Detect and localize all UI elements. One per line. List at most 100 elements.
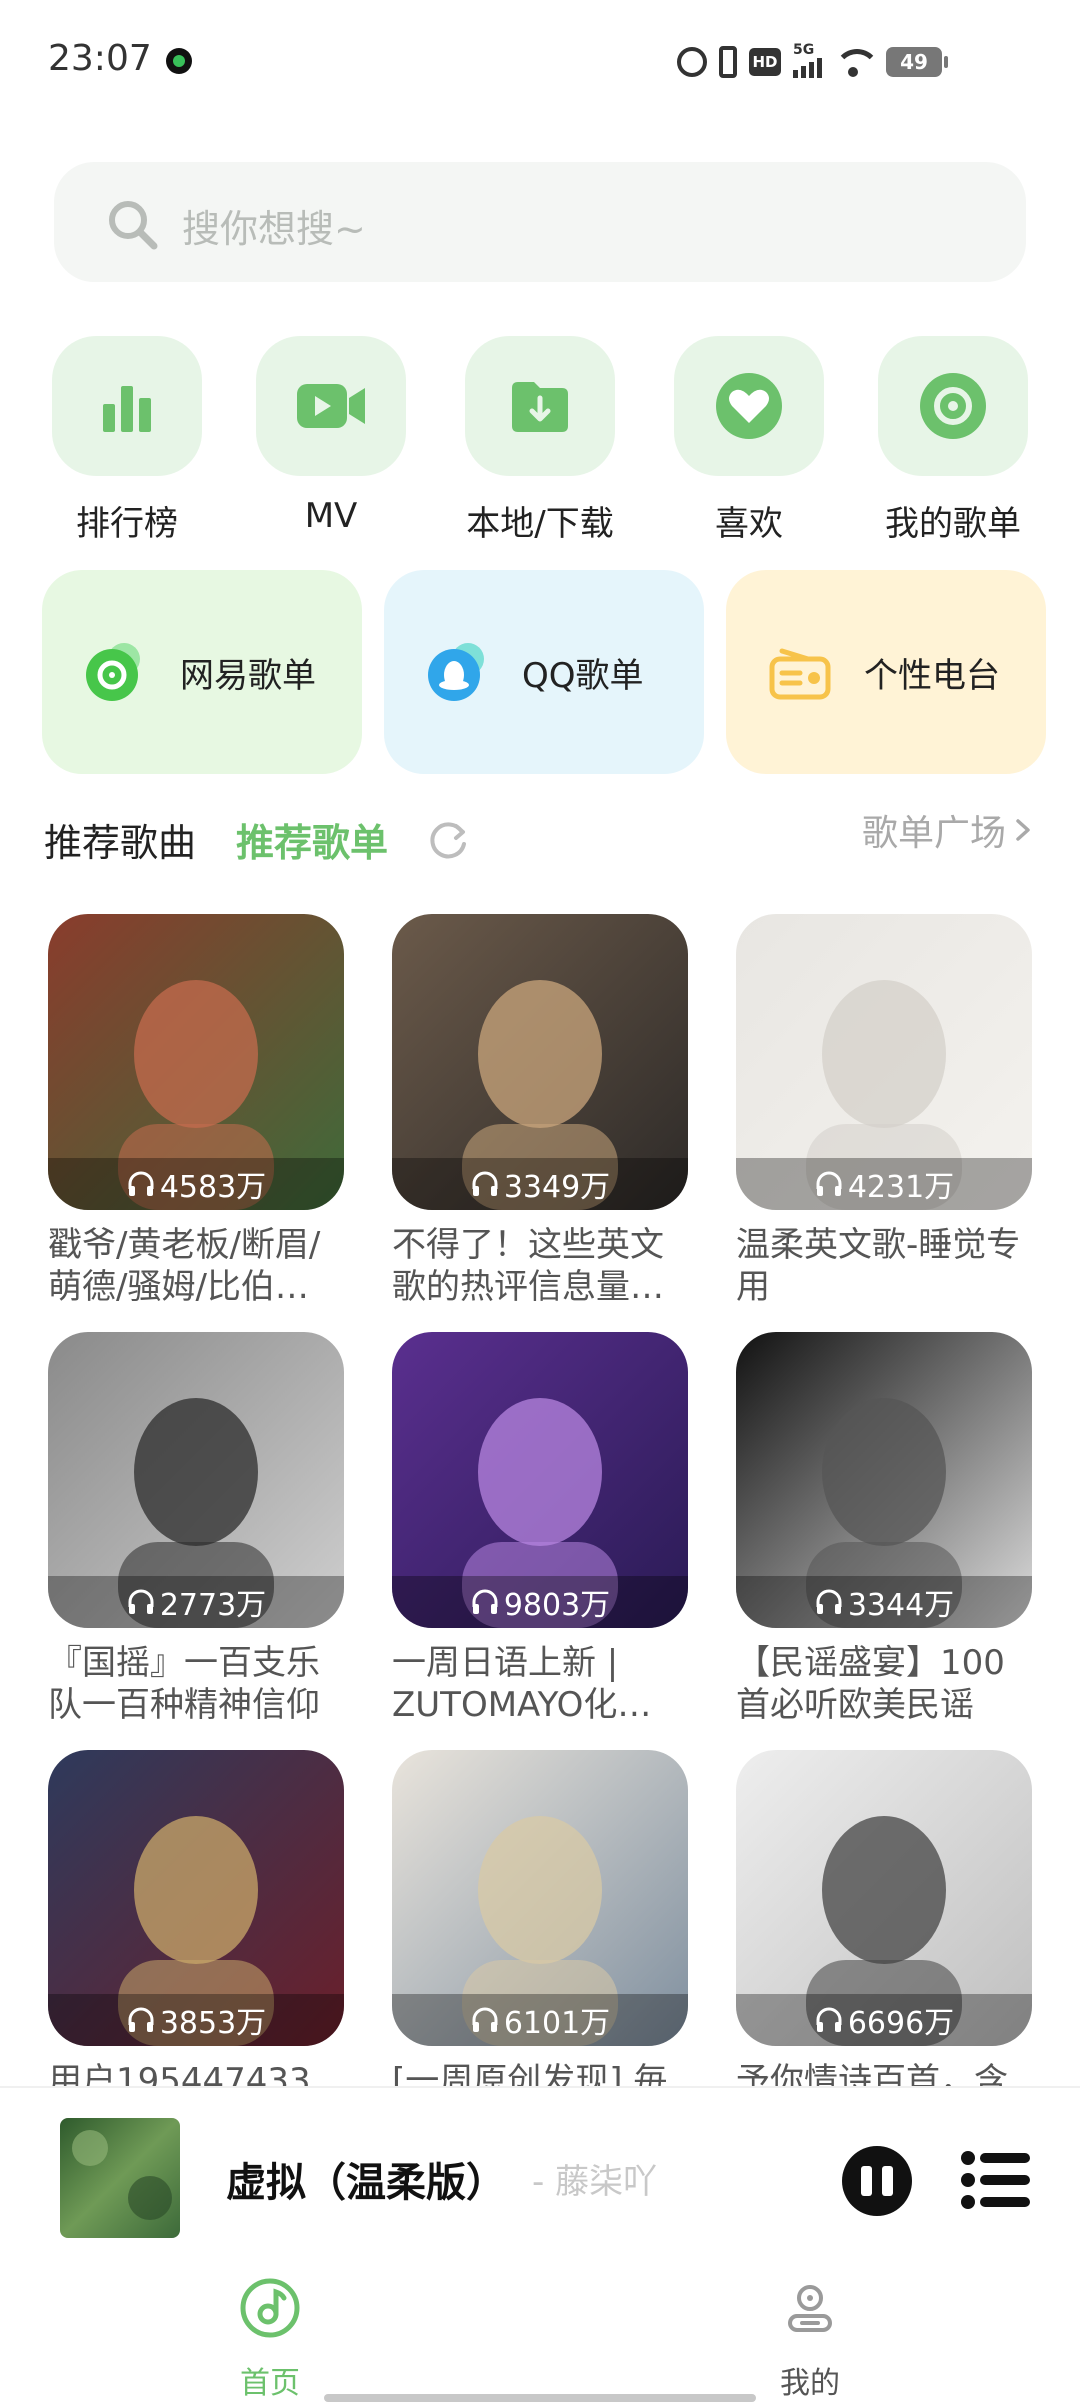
source-card-qq[interactable]: QQ歌单 bbox=[384, 570, 704, 774]
nav-home[interactable]: 首页 bbox=[170, 2276, 370, 2402]
source-card-label: 个性电台 bbox=[864, 655, 1000, 696]
play-count: 3853万 bbox=[159, 2006, 267, 2041]
headphone-icon bbox=[816, 1171, 842, 1196]
quick-entry-label: 本地/下载 bbox=[466, 504, 614, 544]
playlist-title: 【民谣盛宴】100首必听欧美民谣 bbox=[736, 1643, 1005, 1725]
play-count-overlay: 3344万 bbox=[736, 1576, 1032, 1628]
wifi-icon bbox=[834, 47, 874, 77]
bottom-navigation: 首页 我的 bbox=[0, 2276, 1080, 2408]
playlist-cover: 3853万 bbox=[48, 1750, 344, 2046]
play-count-overlay: 2773万 bbox=[48, 1576, 344, 1628]
playlist-queue-icon[interactable] bbox=[960, 2150, 1032, 2210]
headphone-icon bbox=[816, 1589, 842, 1614]
source-card-netease[interactable]: 网易歌单 bbox=[42, 570, 362, 774]
status-bar: 23:07 HD 5G 49 bbox=[0, 0, 1080, 110]
pause-button[interactable] bbox=[842, 2146, 912, 2216]
play-count-overlay: 6696万 bbox=[736, 1994, 1032, 2046]
netease-icon bbox=[86, 643, 140, 701]
headphone-icon bbox=[472, 1589, 498, 1614]
quick-entry-label: MV bbox=[304, 496, 358, 536]
home-music-icon bbox=[240, 2278, 300, 2338]
headphone-icon bbox=[472, 1171, 498, 1196]
status-icons: HD 5G 49 bbox=[677, 42, 948, 82]
quick-entry-label: 排行榜 bbox=[76, 504, 178, 544]
playlist-title: 『国摇』一百支乐队一百种精神信仰 bbox=[48, 1643, 320, 1725]
play-count: 4231万 bbox=[847, 1170, 955, 1205]
quick-entry-label: 喜欢 bbox=[715, 504, 783, 544]
playlist-cover: 6101万 bbox=[392, 1750, 688, 2046]
playlist-plaza-label: 歌单广场 bbox=[861, 813, 1006, 854]
download-folder-icon bbox=[512, 382, 568, 432]
play-count-overlay: 3853万 bbox=[48, 1994, 344, 2046]
player-song-title: 虚拟（温柔版） bbox=[226, 2160, 506, 2206]
network-type: 5G bbox=[793, 42, 815, 58]
chart-bars-icon bbox=[103, 386, 151, 432]
headphone-icon bbox=[128, 2007, 154, 2032]
play-count-overlay: 4583万 bbox=[48, 1158, 344, 1210]
quick-entry-mv[interactable]: MV bbox=[256, 336, 406, 536]
headphone-icon bbox=[816, 2007, 842, 2032]
play-count-overlay: 9803万 bbox=[392, 1576, 688, 1628]
video-icon bbox=[297, 384, 365, 428]
playlist-card[interactable]: 3344万【民谣盛宴】100首必听欧美民谣 bbox=[736, 1332, 1032, 1726]
status-time: 23:07 bbox=[48, 38, 152, 79]
playlist-cover: 6696万 bbox=[736, 1750, 1032, 2046]
headphone-icon bbox=[128, 1171, 154, 1196]
play-count: 3344万 bbox=[847, 1588, 955, 1623]
quick-entry-favorites[interactable]: 喜欢 bbox=[674, 336, 824, 545]
playlist-card[interactable]: 2773万『国摇』一百支乐队一百种精神信仰 bbox=[48, 1332, 344, 1726]
qq-icon bbox=[428, 643, 484, 701]
quick-entry-tile bbox=[465, 336, 615, 476]
search-placeholder: 搜你想搜~ bbox=[182, 207, 366, 251]
cell-signal-icon: 5G bbox=[793, 42, 822, 78]
play-count: 4583万 bbox=[159, 1170, 267, 1205]
playlist-card[interactable]: 4231万温柔英文歌-睡觉专用 bbox=[736, 914, 1032, 1308]
heart-icon bbox=[716, 373, 782, 439]
headphone-icon bbox=[128, 1589, 154, 1614]
play-count: 3349万 bbox=[503, 1170, 611, 1205]
play-count-overlay: 6101万 bbox=[392, 1994, 688, 2046]
playlist-plaza-link[interactable]: 歌单广场 bbox=[862, 804, 1034, 856]
playlist-card[interactable]: 6101万 [一周原创发现] 毎 bbox=[392, 1750, 688, 2144]
tab-recommended-playlists[interactable]: 推荐歌单 bbox=[236, 812, 388, 867]
playlist-card[interactable]: 3349万不得了！这些英文歌的热评信息量… bbox=[392, 914, 688, 1308]
quick-entry-tile bbox=[878, 336, 1028, 476]
playlist-title: 温柔英文歌-睡觉专用 bbox=[736, 1225, 1021, 1307]
vibrate-icon bbox=[719, 46, 737, 78]
mini-player[interactable]: 虚拟（温柔版） - 藤柒吖 bbox=[0, 2086, 1080, 2276]
play-count-overlay: 3349万 bbox=[392, 1158, 688, 1210]
refresh-icon[interactable] bbox=[426, 818, 470, 862]
quick-entry-tile bbox=[674, 336, 824, 476]
playlist-title: 不得了！这些英文歌的热评信息量… bbox=[392, 1225, 664, 1307]
radio-icon bbox=[769, 648, 831, 700]
playlist-cover: 4231万 bbox=[736, 914, 1032, 1210]
quick-entry-charts[interactable]: 排行榜 bbox=[52, 336, 202, 545]
quick-entry-tile bbox=[256, 336, 406, 476]
search-input[interactable]: 搜你想搜~ bbox=[54, 162, 1026, 282]
nav-mine[interactable]: 我的 bbox=[710, 2276, 910, 2402]
playlist-card[interactable]: 6696万 予你情诗百首，含 bbox=[736, 1750, 1032, 2144]
source-card-label: QQ歌单 bbox=[522, 655, 644, 696]
user-icon bbox=[788, 2285, 832, 2332]
home-indicator bbox=[324, 2394, 756, 2402]
quick-entry-my-playlists[interactable]: 我的歌单 bbox=[878, 336, 1028, 545]
alarm-icon bbox=[677, 47, 707, 77]
playlist-card[interactable]: 9803万一周日语上新 | ZUTOMAYO化… bbox=[392, 1332, 688, 1726]
play-count: 6696万 bbox=[847, 2006, 955, 2041]
source-card-label: 网易歌单 bbox=[180, 655, 316, 696]
playlist-title: 一周日语上新 | ZUTOMAYO化… bbox=[392, 1643, 652, 1725]
playlist-card[interactable]: 3853万 用户195447433 bbox=[48, 1750, 344, 2144]
playlist-cover: 4583万 bbox=[48, 914, 344, 1210]
playlist-card[interactable]: 4583万戳爷/黄老板/断眉/萌德/骚姆/比伯… bbox=[48, 914, 344, 1308]
playlist-title: 戳爷/黄老板/断眉/萌德/骚姆/比伯… bbox=[48, 1225, 321, 1307]
quick-entry-label: 我的歌单 bbox=[885, 504, 1021, 544]
player-artist: - 藤柒吖 bbox=[532, 2162, 658, 2202]
disc-icon bbox=[920, 373, 986, 439]
tab-recommended-songs[interactable]: 推荐歌曲 bbox=[44, 812, 196, 867]
play-count: 2773万 bbox=[159, 1588, 267, 1623]
player-album-art bbox=[60, 2118, 180, 2238]
quick-entry-local-download[interactable]: 本地/下载 bbox=[465, 336, 615, 545]
search-icon bbox=[109, 201, 158, 250]
playlist-cover: 9803万 bbox=[392, 1332, 688, 1628]
source-card-radio[interactable]: 个性电台 bbox=[726, 570, 1046, 774]
